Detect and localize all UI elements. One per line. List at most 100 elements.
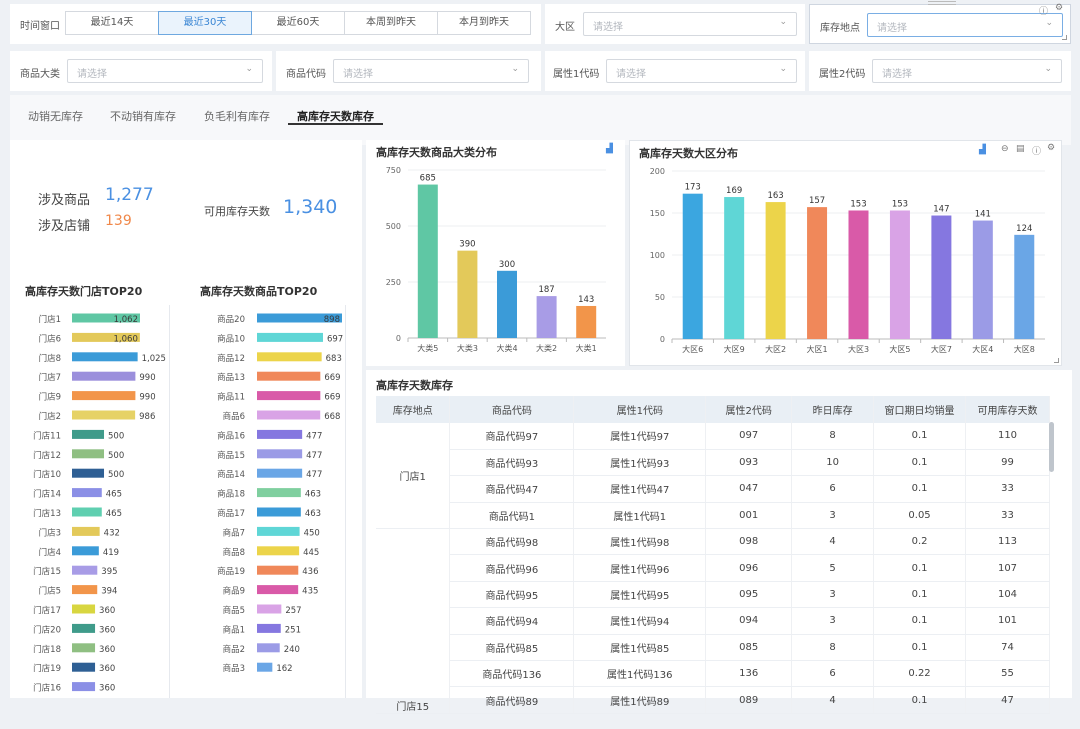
store-bar[interactable] <box>72 643 96 653</box>
product-bar[interactable] <box>257 391 321 401</box>
product-bar[interactable] <box>257 546 300 556</box>
store-value-label: 990 <box>139 393 155 403</box>
product-value-label: 436 <box>302 567 318 577</box>
bar[interactable] <box>724 197 745 339</box>
time-option-week[interactable]: 本周到昨天 <box>344 11 438 35</box>
bar[interactable] <box>807 207 828 339</box>
bar[interactable] <box>682 193 703 339</box>
bar[interactable] <box>576 305 597 338</box>
attr1-select[interactable]: 请选择 ⌄ <box>606 59 797 83</box>
bar[interactable] <box>1014 234 1035 339</box>
product-bar[interactable] <box>257 526 300 536</box>
col-yesterday-stock[interactable]: 昨日库存 <box>791 396 875 423</box>
store-bar[interactable] <box>72 449 105 459</box>
product-value-label: 463 <box>305 509 321 519</box>
resize-corner-icon[interactable] <box>1054 358 1059 363</box>
store-bar[interactable] <box>72 391 136 401</box>
data-view-icon[interactable]: ▤ <box>1016 144 1025 154</box>
bar[interactable] <box>848 210 869 339</box>
store-bar[interactable] <box>72 488 102 498</box>
tab-negative-margin[interactable]: 负毛利有库存 <box>204 108 270 124</box>
store-bar[interactable] <box>72 623 96 633</box>
bar[interactable] <box>536 296 557 338</box>
store-bar[interactable] <box>72 585 98 595</box>
store-bar[interactable] <box>72 682 96 692</box>
table-row[interactable]: 门店15 商品代码98 属性1代码98 098 4 0.2 113 <box>376 528 1050 714</box>
product-bar[interactable] <box>257 410 321 420</box>
store-bar[interactable] <box>72 604 96 614</box>
store-bar[interactable] <box>72 565 98 575</box>
product-bar[interactable] <box>257 429 303 439</box>
store-bar[interactable] <box>72 507 102 517</box>
product-bar[interactable] <box>257 352 322 362</box>
product-bar[interactable] <box>257 449 303 459</box>
store-bar[interactable] <box>72 526 100 536</box>
info-icon[interactable]: ⓘ <box>1039 4 1048 17</box>
col-code[interactable]: 商品代码 <box>449 396 575 423</box>
store-bar[interactable] <box>72 429 105 439</box>
time-option-14d[interactable]: 最近14天 <box>65 11 159 35</box>
product-bar[interactable] <box>257 585 299 595</box>
gear-icon[interactable]: ⚙ <box>1047 143 1055 153</box>
table-row[interactable]: 商品代码96 属性1代码96 096 5 0.1 107 <box>376 554 1050 582</box>
col-available-days[interactable]: 可用库存天数 <box>965 396 1050 423</box>
info-icon[interactable]: ⓘ <box>1032 144 1041 157</box>
table-row[interactable]: 商品代码95 属性1代码95 095 3 0.1 104 <box>376 581 1050 609</box>
table-row[interactable]: 商品代码94 属性1代码94 094 3 0.1 101 <box>376 607 1050 635</box>
col-avg-sales[interactable]: 窗口期日均销量 <box>873 396 966 423</box>
product-bar[interactable] <box>257 565 299 575</box>
store-bar[interactable] <box>72 662 96 672</box>
region-select[interactable]: 请选择 ⌄ <box>583 12 797 36</box>
col-location[interactable]: 库存地点 <box>376 396 451 423</box>
time-option-30d[interactable]: 最近30天 <box>158 11 252 35</box>
product-bar[interactable] <box>257 662 273 672</box>
product-bar[interactable] <box>257 623 281 633</box>
chart-type-icon[interactable]: ▟ <box>979 145 986 155</box>
table-row[interactable]: 商品代码89 属性1代码89 089 4 0.1 47 <box>376 686 1050 714</box>
store-bar[interactable] <box>72 468 105 478</box>
product-bar[interactable] <box>257 507 301 517</box>
product-bar[interactable] <box>257 468 303 478</box>
store-bar[interactable] <box>72 410 136 420</box>
bar[interactable] <box>972 220 993 339</box>
time-option-60d[interactable]: 最近60天 <box>251 11 345 35</box>
table-row[interactable]: 商品代码1 属性1代码1 001 3 0.05 33 <box>376 502 1050 530</box>
chart-type-icon[interactable]: ▟ <box>606 144 613 154</box>
bar[interactable] <box>889 210 910 339</box>
zoom-reset-icon[interactable]: ⊖ <box>1001 144 1009 154</box>
location-select[interactable]: 请选择 ⌄ <box>867 13 1063 37</box>
category-select[interactable]: 请选择 ⌄ <box>67 59 263 83</box>
resize-corner-icon[interactable] <box>1062 35 1067 40</box>
data-label: 300 <box>499 260 515 270</box>
code-select[interactable]: 请选择 ⌄ <box>333 59 529 83</box>
product-bar[interactable] <box>257 643 280 653</box>
table-row[interactable]: 商品代码85 属性1代码85 085 8 0.1 74 <box>376 634 1050 662</box>
product-bar[interactable] <box>257 332 323 342</box>
bar[interactable] <box>931 215 952 339</box>
tab-moving-no-stock[interactable]: 动销无库存 <box>28 108 83 124</box>
drag-handle[interactable] <box>928 1 956 5</box>
product-bar[interactable] <box>257 488 301 498</box>
store-bar[interactable] <box>72 371 136 381</box>
col-attr1[interactable]: 属性1代码 <box>573 396 707 423</box>
product-bar[interactable] <box>257 371 321 381</box>
store-top20-bars: 门店1 1,062 门店6 1,060 门店8 1,025 门店7 990 门店9 990 门店2 9… <box>33 313 166 694</box>
bar[interactable] <box>417 184 438 338</box>
gear-icon[interactable]: ⚙ <box>1055 3 1063 13</box>
table-row[interactable]: 门店1 商品代码97 属性1代码97 097 8 0.1 110 <box>376 423 1050 530</box>
table-row[interactable]: 商品代码93 属性1代码93 093 10 0.1 99 <box>376 449 1050 477</box>
bar[interactable] <box>765 202 786 339</box>
attr2-select[interactable]: 请选择 ⌄ <box>872 59 1062 83</box>
bar[interactable] <box>457 250 478 338</box>
bar[interactable] <box>497 270 517 338</box>
store-bar[interactable] <box>72 546 99 556</box>
store-bar[interactable] <box>72 352 138 362</box>
scrollbar[interactable] <box>1049 422 1054 472</box>
table-row[interactable]: 商品代码136 属性1代码136 136 6 0.22 55 <box>376 660 1050 688</box>
table-row[interactable]: 商品代码47 属性1代码47 047 6 0.1 33 <box>376 475 1050 503</box>
time-option-month[interactable]: 本月到昨天 <box>437 11 531 35</box>
product-bar[interactable] <box>257 604 282 614</box>
tab-high-stock-days[interactable]: 高库存天数库存 <box>297 108 374 124</box>
col-attr2[interactable]: 属性2代码 <box>705 396 793 423</box>
tab-nonmoving-stock[interactable]: 不动销有库存 <box>110 108 176 124</box>
